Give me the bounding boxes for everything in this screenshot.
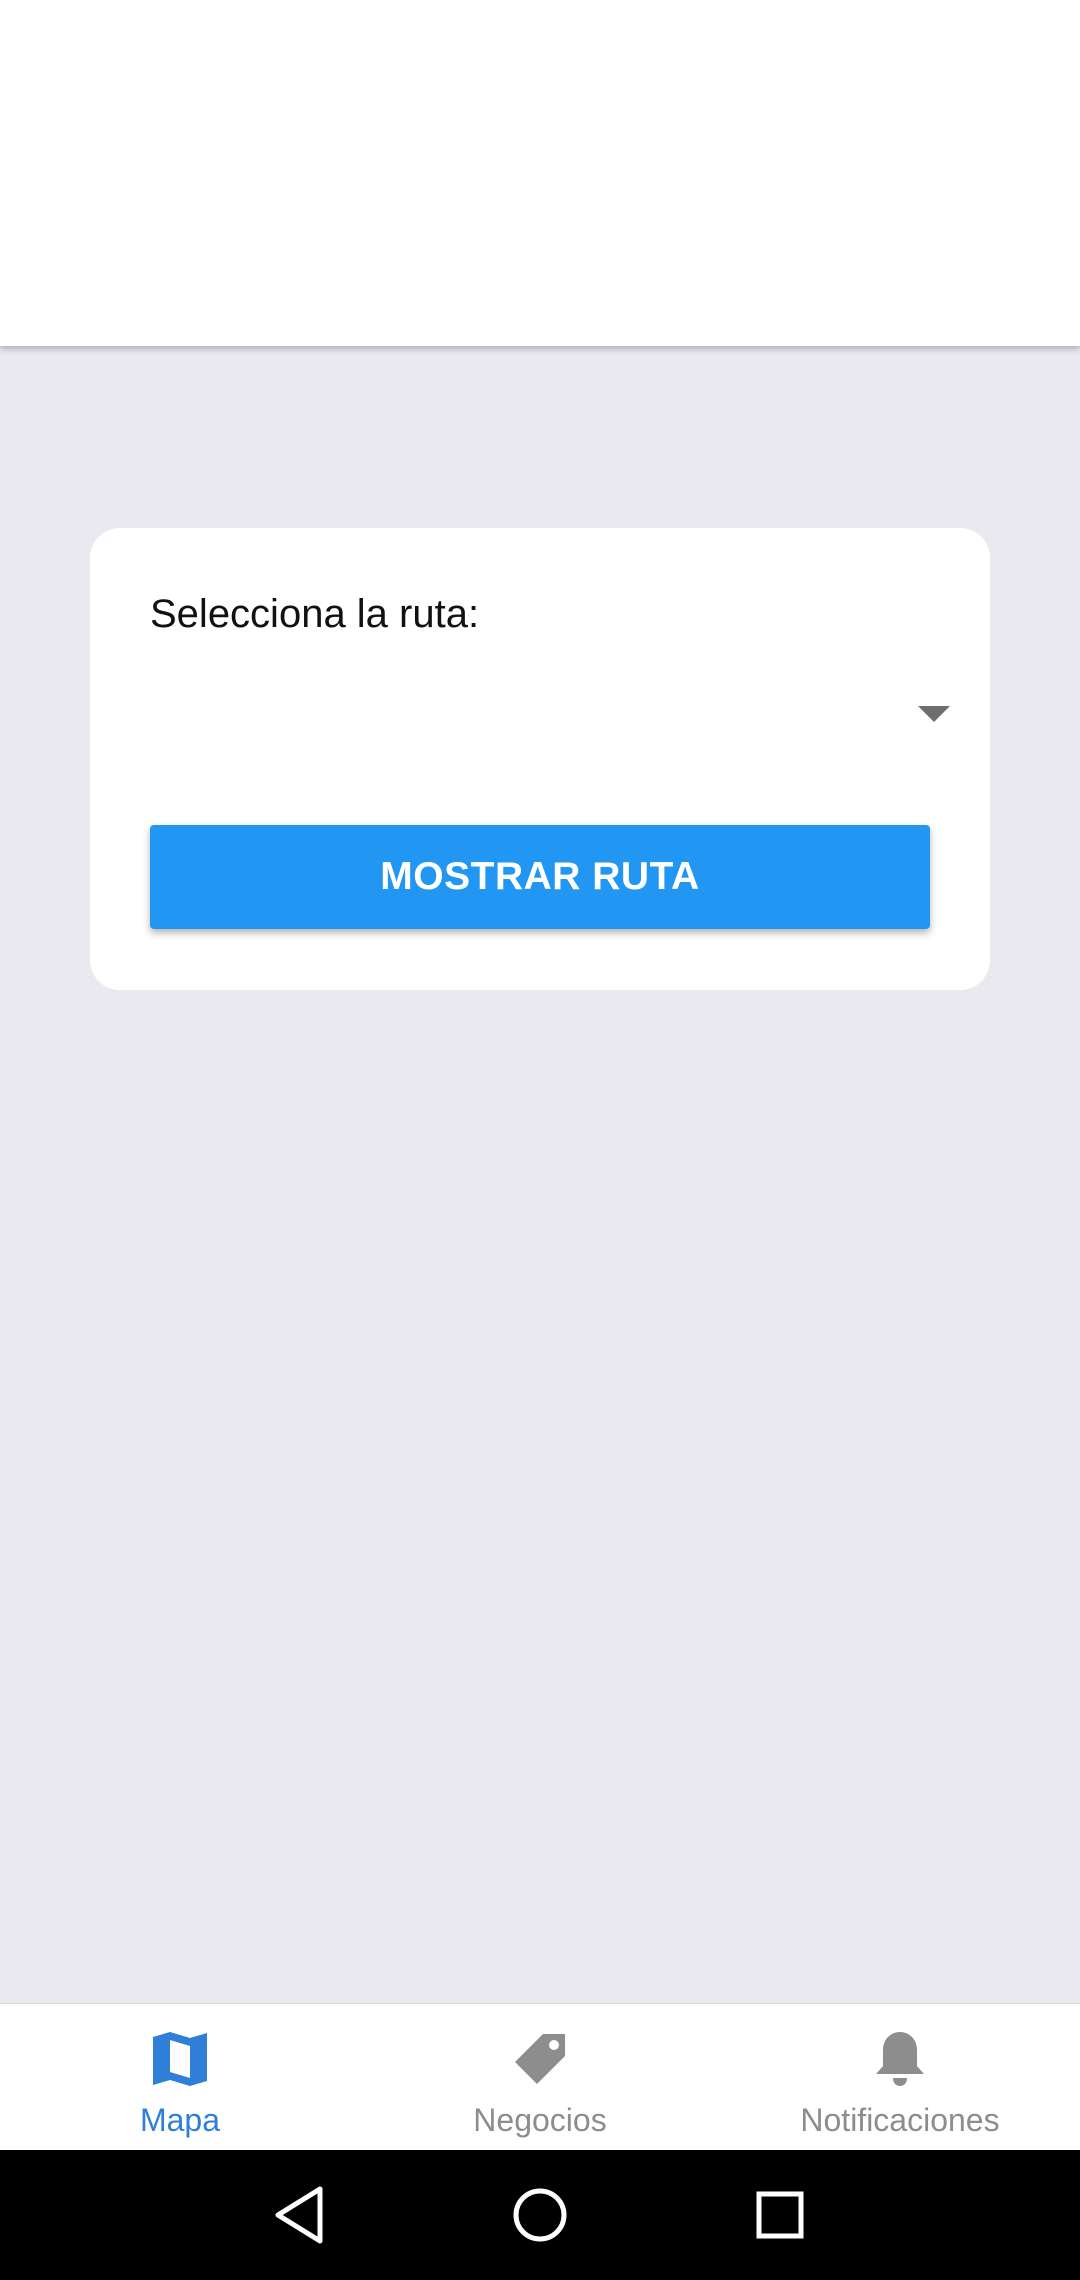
back-icon[interactable] <box>264 2179 336 2251</box>
tab-label-negocios: Negocios <box>473 2102 607 2138</box>
show-route-button[interactable]: MOSTRAR RUTA <box>150 825 930 929</box>
recents-icon[interactable] <box>744 2179 816 2251</box>
tab-notificaciones[interactable]: Notificaciones <box>720 2004 1080 2151</box>
route-select-label: Selecciona la ruta: <box>150 592 480 636</box>
app-header <box>0 0 1080 346</box>
route-selection-card: Selecciona la ruta: MOSTRAR RUTA <box>90 528 990 990</box>
route-picker[interactable] <box>150 668 950 752</box>
bottom-tab-bar: Mapa Negocios Notificaciones <box>0 2003 1080 2151</box>
tab-mapa[interactable]: Mapa <box>0 2004 360 2151</box>
tab-label-notificaciones: Notificaciones <box>800 2102 1000 2138</box>
bell-icon <box>876 2032 924 2086</box>
tag-icon <box>515 2034 565 2084</box>
home-icon[interactable] <box>504 2179 576 2251</box>
map-icon <box>153 2032 207 2086</box>
tab-negocios[interactable]: Negocios <box>360 2004 720 2151</box>
tab-label-mapa: Mapa <box>139 2102 221 2138</box>
dropdown-arrow-icon <box>918 706 950 722</box>
system-navigation-bar <box>0 2150 1080 2280</box>
